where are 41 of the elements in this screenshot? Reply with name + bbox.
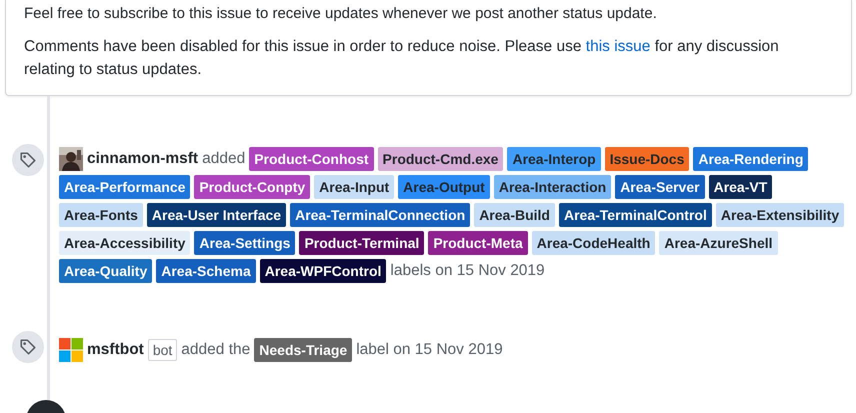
label-tag[interactable]: Area-Interaction [494, 175, 612, 199]
event-text: label on 15 Nov 2019 [356, 340, 503, 360]
label-tag[interactable]: Area-VT [708, 175, 772, 199]
event-text: added [202, 149, 246, 170]
four-squares-icon[interactable] [59, 338, 83, 362]
notice-text: Feel free to subscribe to this issue to receive updates whenever we post another status update. [24, 4, 658, 24]
label-tag[interactable]: Area-Output [398, 175, 490, 199]
label-tag[interactable]: Area-Rendering [693, 147, 808, 171]
label-tag[interactable]: Needs-Triage [254, 338, 352, 362]
label-tag[interactable]: Issue-Docs [604, 147, 690, 171]
label-tag[interactable]: Area-Interop [507, 147, 601, 171]
event-text: labels on 15 Nov 2019 [390, 261, 545, 282]
tag-icon [19, 338, 37, 356]
label-tag[interactable]: Area-Schema [156, 259, 256, 283]
label-tag[interactable]: Product-Meta [428, 231, 528, 255]
label-tag[interactable]: Area-TerminalConnection [290, 203, 470, 227]
label-tag[interactable]: Area-Accessibility [59, 231, 190, 255]
label-tag[interactable]: Area-Settings [194, 231, 296, 255]
bot-tag: bot [148, 338, 178, 360]
tag-icon [19, 151, 37, 169]
label-tag[interactable]: Area-WPFControl [260, 259, 386, 283]
label-tag[interactable]: Product-Conhost [249, 147, 374, 171]
label-tag[interactable]: Area-CodeHealth [532, 231, 656, 255]
label-tag[interactable]: Area-Fonts [59, 203, 143, 227]
author-link[interactable]: msftbot [87, 338, 144, 362]
label-tag[interactable]: Product-Conpty [194, 175, 310, 199]
label-tag[interactable]: Product-Terminal [299, 231, 424, 255]
label-tag[interactable]: Area-Server [615, 175, 705, 199]
author-link[interactable]: cinnamon-msft [87, 147, 198, 171]
label-tag[interactable]: Area-Extensibility [716, 203, 844, 227]
event-text: added the [181, 340, 250, 360]
label-tag[interactable]: Area-User Interface [146, 203, 286, 227]
issue-link[interactable]: this issue [586, 38, 650, 55]
label-tag[interactable]: Area-TerminalControl [558, 203, 712, 227]
label-tag[interactable]: Area-Performance [59, 175, 190, 199]
label-tag[interactable]: Area-Input [314, 175, 394, 199]
notice-paragraph: Comments have been disabled for this issue in order to reduce noise. Please use this issue for any discussion relating to status updates. [24, 37, 780, 80]
label-tag[interactable]: Product-Cmd.exe [378, 147, 504, 171]
label-tag[interactable]: Area-Build [474, 203, 555, 227]
label-tag[interactable]: Area-AzureShell [659, 231, 778, 255]
label-tag[interactable]: Area-Quality [59, 259, 152, 283]
